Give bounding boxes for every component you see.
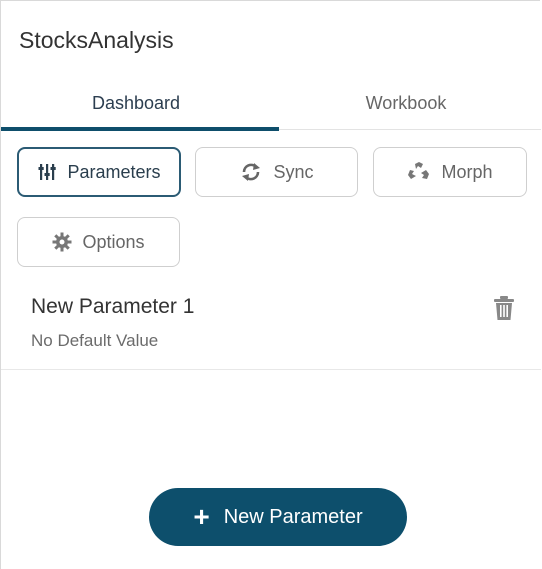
parameter-name: New Parameter 1 (31, 295, 195, 318)
parameters-button-label: Parameters (67, 161, 161, 182)
sliders-icon (37, 162, 57, 182)
parameter-default-value: No Default Value (31, 331, 159, 350)
morph-button[interactable]: Morph (373, 147, 527, 197)
trash-icon[interactable] (493, 295, 515, 321)
tab-dashboard[interactable]: Dashboard (1, 79, 271, 127)
parameters-button[interactable]: Parameters (17, 147, 181, 197)
new-parameter-button-label: New Parameter (223, 505, 363, 528)
active-tab-indicator (1, 127, 279, 131)
morph-button-label: Morph (441, 161, 493, 182)
options-button[interactable]: Options (17, 217, 180, 267)
tab-bar: Dashboard Workbook (1, 79, 541, 131)
plus-icon: + (193, 501, 210, 532)
parameters-panel: StocksAnalysis Dashboard Workbook Parame… (0, 0, 541, 569)
recycle-icon (407, 161, 431, 183)
sync-icon (239, 161, 263, 183)
gear-icon (52, 232, 72, 252)
options-button-label: Options (82, 231, 145, 252)
parameter-list-item[interactable]: New Parameter 1 No Default Value (1, 281, 541, 370)
sync-button[interactable]: Sync (195, 147, 358, 197)
tab-workbook[interactable]: Workbook (271, 79, 541, 127)
sync-button-label: Sync (273, 161, 314, 182)
new-parameter-button[interactable]: + New Parameter (149, 488, 407, 546)
dashboard-title: StocksAnalysis (19, 27, 174, 53)
